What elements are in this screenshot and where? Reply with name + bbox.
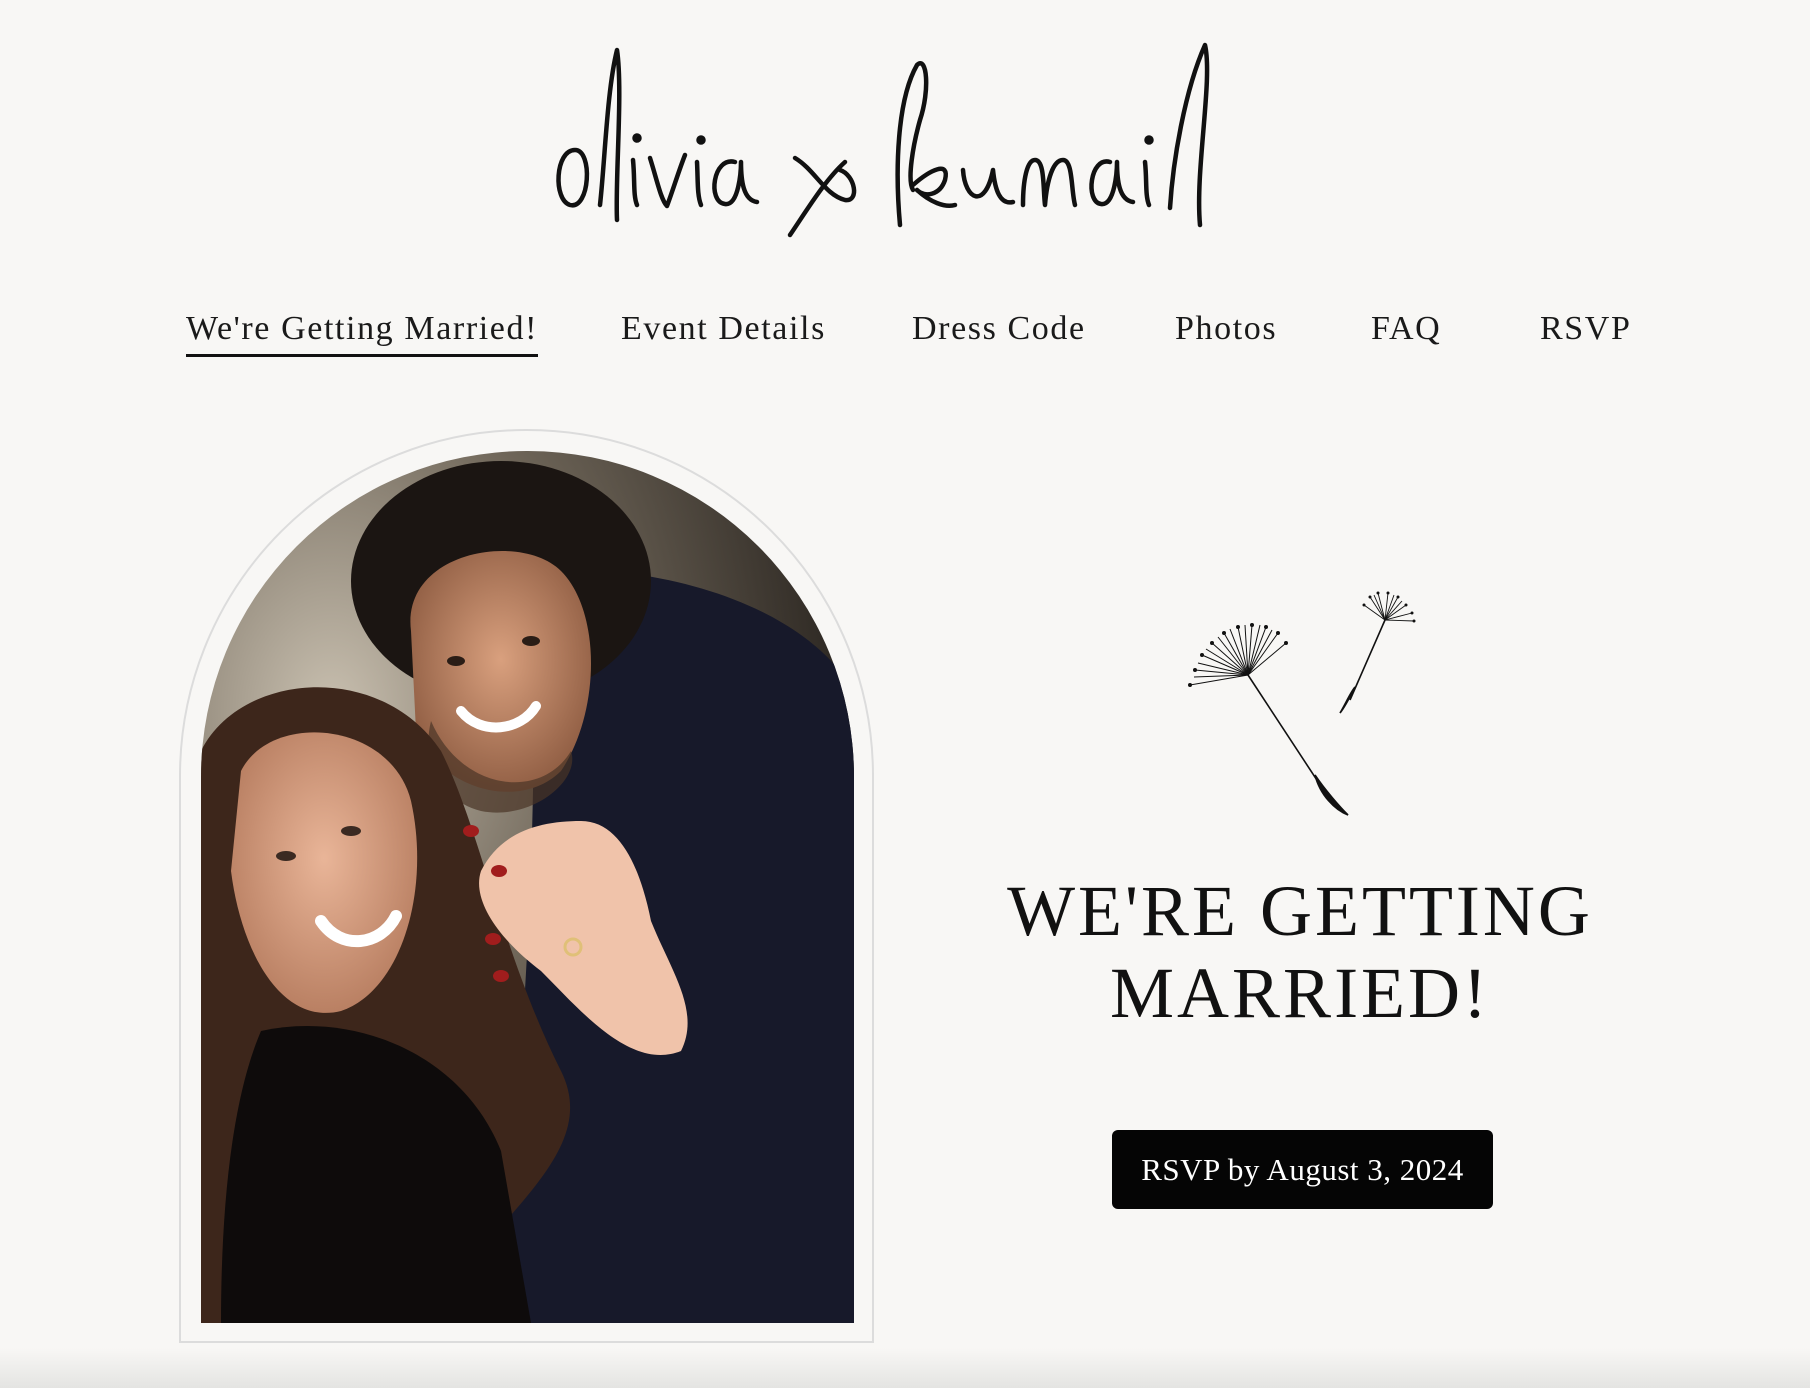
page-bottom-shade xyxy=(0,1348,1810,1388)
nav-item-rsvp[interactable]: RSVP xyxy=(1540,310,1631,354)
dandelion-icon xyxy=(1150,575,1450,825)
nav-item-photos[interactable]: Photos xyxy=(1175,310,1277,354)
nav-item-dress-code[interactable]: Dress Code xyxy=(912,310,1086,354)
rsvp-button[interactable]: RSVP by August 3, 2024 xyxy=(1112,1130,1493,1209)
nav-item-were-getting-married[interactable]: We're Getting Married! xyxy=(186,310,539,357)
main-nav: We're Getting Married! Event Details Dre… xyxy=(0,300,1810,360)
engagement-photo xyxy=(201,451,854,1323)
site-logo[interactable] xyxy=(0,30,1810,240)
nav-item-faq[interactable]: FAQ xyxy=(1371,310,1441,354)
hero-headline-line1: WE'RE GETTING xyxy=(1007,871,1593,951)
hero-headline: WE'RE GETTING MARRIED! xyxy=(960,870,1640,1034)
logo-wordmark xyxy=(556,42,1210,238)
hero-headline-line2: MARRIED! xyxy=(1110,953,1490,1033)
nav-item-event-details[interactable]: Event Details xyxy=(621,310,826,354)
